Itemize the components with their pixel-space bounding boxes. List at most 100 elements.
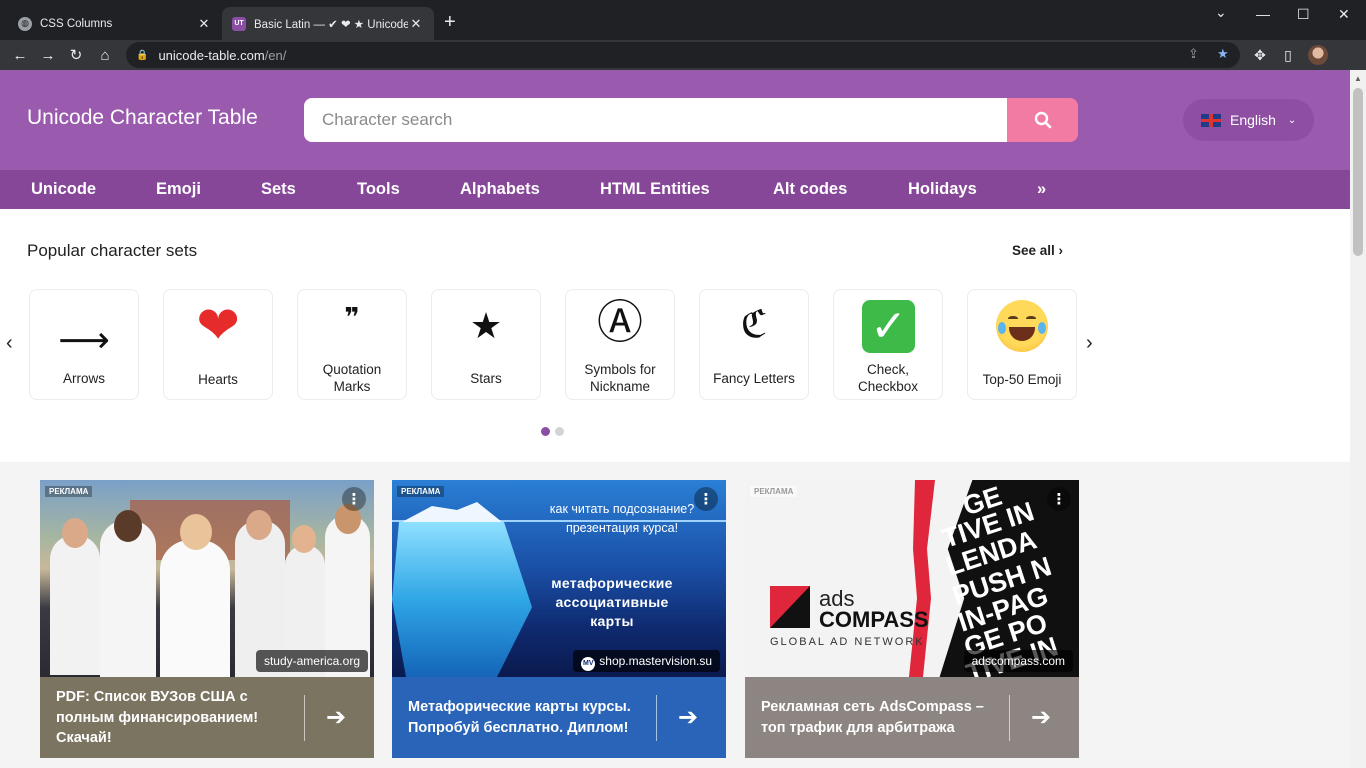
- ad-card-adscompass[interactable]: GE TIVE IN LENDA PUSH N IN-PAG GE PO TIV…: [745, 480, 1079, 758]
- mastervision-logo-icon: MV: [581, 657, 596, 671]
- nav-holidays[interactable]: Holidays: [908, 180, 977, 199]
- star-glyph-icon: ★: [469, 305, 503, 346]
- arrow-right-icon[interactable]: ➔: [326, 703, 346, 732]
- set-label: Hearts: [198, 372, 238, 387]
- more-options-icon[interactable]: ⋮: [342, 487, 366, 511]
- set-card-stars[interactable]: ★ Stars: [431, 289, 541, 400]
- globe-icon: ◍: [18, 16, 32, 31]
- set-label: Arrows: [62, 371, 105, 386]
- site-logo[interactable]: Unicode Character Table: [27, 106, 258, 130]
- forward-icon[interactable]: →: [37, 44, 59, 66]
- set-label: Stars: [470, 371, 502, 386]
- ad-caption-bar[interactable]: Метафорические карты курсы. Попробуй бес…: [392, 677, 726, 758]
- nav-more[interactable]: »: [1037, 180, 1046, 199]
- ad-domain[interactable]: MV shop.mastervision.su: [573, 650, 720, 672]
- set-label: Top-50 Emoji: [982, 372, 1062, 387]
- scroll-up-icon[interactable]: ▲: [1354, 74, 1362, 83]
- browser-tab-strip: ◍ CSS Columns ✕ UT Basic Latin — ✔ ❤ ★ U…: [0, 0, 1366, 40]
- language-selector[interactable]: English ⌄: [1183, 99, 1314, 141]
- pagination-dot-active[interactable]: [541, 427, 550, 436]
- ad-card-study-america[interactable]: РЕКЛАМА ⋮ study-america.org PDF: Список …: [40, 480, 374, 758]
- divider: [304, 695, 305, 741]
- carousel-pagination: [541, 427, 564, 436]
- nav-alt-codes[interactable]: Alt codes: [773, 180, 847, 199]
- set-card-check-checkbox[interactable]: ✓ Check, Checkbox: [833, 289, 943, 400]
- set-card-hearts[interactable]: ❤ Hearts: [163, 289, 273, 400]
- side-panel-icon[interactable]: ▯: [1277, 44, 1299, 66]
- search-button[interactable]: [1007, 98, 1078, 142]
- ad-domain[interactable]: adscompass.com: [963, 650, 1073, 672]
- character-search[interactable]: [304, 98, 1008, 142]
- puzzle-icon[interactable]: ✥: [1249, 44, 1271, 66]
- ad-caption-bar[interactable]: PDF: Список ВУЗов США с полным финансиро…: [40, 677, 374, 758]
- pagination-dot[interactable]: [555, 427, 564, 436]
- close-tab-icon[interactable]: ✕: [408, 16, 424, 32]
- arrow-right-icon[interactable]: ➔: [1031, 703, 1051, 732]
- circled-a-icon: Ⓐ: [597, 296, 643, 348]
- page-scrollbar[interactable]: ▲: [1350, 70, 1366, 768]
- more-options-icon[interactable]: ⋮: [1047, 487, 1071, 511]
- share-icon[interactable]: ⇪: [1188, 46, 1199, 62]
- star-icon[interactable]: ★: [1217, 46, 1229, 62]
- set-label: Symbols for Nickname: [584, 362, 656, 394]
- ad-caption-bar[interactable]: Рекламная сеть AdsCompass – топ трафик д…: [745, 677, 1079, 758]
- url-path: /en/: [264, 47, 287, 63]
- browser-toolbar: ← → ↻ ⌂ 🔒 unicode-table.com /en/ ⇪ ★ ✥ ▯: [0, 40, 1366, 70]
- heart-icon: ❤: [196, 297, 240, 355]
- ad-logo-word-bold: COMPASS: [819, 607, 929, 632]
- uk-flag-icon: [1201, 113, 1221, 127]
- lock-icon: 🔒: [136, 49, 149, 61]
- nav-emoji[interactable]: Emoji: [156, 180, 201, 199]
- close-window-button[interactable]: ✕: [1338, 6, 1350, 23]
- web-page: Unicode Character Table English ⌄ Unicod…: [0, 70, 1350, 768]
- maximize-button[interactable]: ☐: [1297, 6, 1310, 23]
- address-bar[interactable]: 🔒 unicode-table.com /en/: [126, 42, 1240, 68]
- nav-unicode[interactable]: Unicode: [31, 180, 96, 199]
- nav-alphabets[interactable]: Alphabets: [460, 180, 540, 199]
- tab-search-dropdown-icon[interactable]: ⌄: [1215, 4, 1227, 21]
- set-label: Fancy Letters: [713, 371, 795, 386]
- ad-domain[interactable]: study-america.org: [255, 650, 368, 672]
- divider: [1009, 695, 1010, 741]
- set-card-fancy-letters[interactable]: ℭ Fancy Letters: [699, 289, 809, 400]
- minimize-button[interactable]: —: [1256, 6, 1270, 22]
- search-input[interactable]: [322, 110, 1008, 130]
- main-nav: Unicode Emoji Sets Tools Alphabets HTML …: [0, 170, 1350, 209]
- nav-tools[interactable]: Tools: [357, 180, 400, 199]
- url-domain: unicode-table.com: [158, 47, 265, 63]
- ad-caption: PDF: Список ВУЗов США с полным финансиро…: [56, 689, 259, 746]
- ad-image-iceberg: как читать подсознание? презентация курс…: [392, 480, 726, 677]
- ad-image-subheadline: метафорические ассоциативные карты: [551, 575, 673, 629]
- scrollbar-thumb[interactable]: [1353, 88, 1363, 256]
- ad-caption: Рекламная сеть AdsCompass – топ трафик д…: [761, 699, 984, 736]
- set-card-arrows[interactable]: ⟶ Arrows: [29, 289, 139, 400]
- set-card-symbols-for-nickname[interactable]: Ⓐ Symbols for Nickname: [565, 289, 675, 400]
- set-label: Check, Checkbox: [857, 362, 919, 394]
- set-label: Quotation Marks: [322, 362, 382, 394]
- back-icon[interactable]: ←: [9, 44, 31, 66]
- set-card-quotation-marks[interactable]: ❞ Quotation Marks: [297, 289, 407, 400]
- home-icon[interactable]: ⌂: [94, 44, 116, 66]
- fraktur-c-icon: ℭ: [740, 302, 768, 346]
- see-all-link[interactable]: See all ›: [1012, 243, 1063, 258]
- more-options-icon[interactable]: ⋮: [694, 487, 718, 511]
- reload-icon[interactable]: ↻: [65, 44, 87, 66]
- close-tab-icon[interactable]: ✕: [196, 16, 212, 32]
- nav-sets[interactable]: Sets: [261, 180, 296, 199]
- carousel-prev-icon[interactable]: ‹: [6, 332, 13, 355]
- ad-image-students: [40, 480, 374, 677]
- ad-label: РЕКЛАМА: [397, 486, 445, 497]
- carousel-next-icon[interactable]: ›: [1086, 332, 1093, 355]
- tab-basic-latin[interactable]: UT Basic Latin — ✔ ❤ ★ Unicode ✕: [222, 7, 434, 40]
- arrow-right-icon[interactable]: ➔: [678, 703, 698, 732]
- nav-html-entities[interactable]: HTML Entities: [600, 180, 710, 199]
- profile-avatar[interactable]: [1308, 45, 1328, 65]
- set-card-top-50-emoji[interactable]: Top-50 Emoji: [967, 289, 1077, 400]
- site-header: Unicode Character Table English ⌄: [0, 70, 1350, 170]
- ad-image-adscompass: GE TIVE IN LENDA PUSH N IN-PAG GE PO TIV…: [745, 480, 1079, 689]
- new-tab-button[interactable]: +: [444, 12, 456, 32]
- tab-css-columns[interactable]: ◍ CSS Columns ✕: [8, 7, 222, 40]
- search-icon: [1034, 111, 1051, 129]
- chevron-right-icon: ›: [1058, 243, 1064, 258]
- ad-card-mastervision[interactable]: как читать подсознание? презентация курс…: [392, 480, 726, 758]
